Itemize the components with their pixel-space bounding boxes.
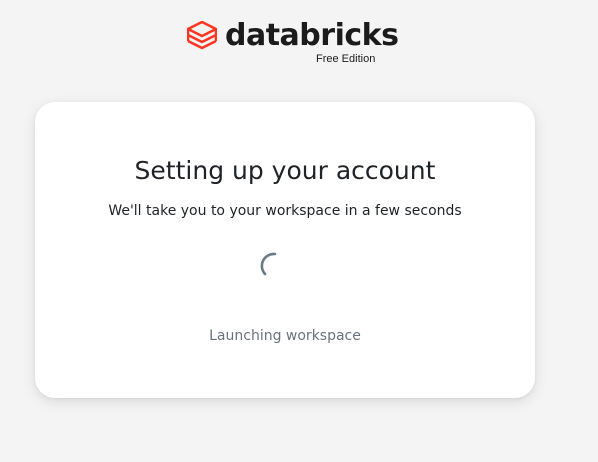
page-subtitle: We'll take you to your workspace in a fe…	[108, 203, 462, 219]
brand-wordmark: databricks	[225, 18, 399, 53]
loading-spinner-icon	[260, 252, 277, 276]
setup-card: Setting up your account We'll take you t…	[35, 102, 535, 398]
page-title: Setting up your account	[134, 156, 436, 185]
databricks-logo-icon	[187, 21, 217, 50]
brand-edition-label: Free Edition	[316, 53, 376, 65]
status-text: Launching workspace	[209, 328, 361, 344]
brand-header: databricks Free Edition	[185, 18, 405, 68]
